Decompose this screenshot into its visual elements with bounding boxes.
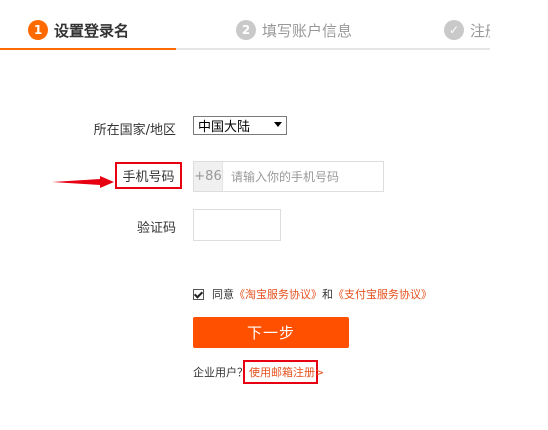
country-select[interactable]: 中国大陆 [193,116,287,135]
step-progress-rest [176,48,490,50]
step-progress-active [0,48,176,50]
country-select-value: 中国大陆 [198,120,251,135]
step-label: 注册 [470,21,490,40]
email-register-highlight: 使用邮箱注册> [243,360,324,384]
taobao-agreement-link[interactable]: 《淘宝服务协议》 [234,286,322,302]
step-number-badge: 1 [28,20,48,40]
verification-code-label: 验证码 [136,221,176,236]
agreement-row: 同意 《淘宝服务协议》 和 《支付宝服务协议》 [193,286,432,302]
step-label: 填写账户信息 [262,21,353,40]
phone-label-highlight: 手机号码 [115,162,182,189]
phone-field-group: +86 [193,161,384,192]
verification-code-input[interactable] [193,209,281,241]
check-icon: ✓ [444,20,464,40]
next-step-button[interactable]: 下一步 [193,317,349,348]
red-arrow-icon [52,176,114,188]
email-register-link[interactable]: 使用邮箱注册> [249,364,324,380]
phone-input[interactable] [223,162,383,191]
step-number-badge: 2 [236,20,256,40]
alipay-agreement-link[interactable]: 《支付宝服务协议》 [333,286,432,302]
step-register-done: ✓ 注册 [444,19,490,41]
agree-and: 和 [322,288,333,301]
step-progress-bar: 1 设置登录名 2 填写账户信息 ✓ 注册 [0,0,490,50]
step-fill-account-info: 2 填写账户信息 [236,19,352,41]
step-label: 设置登录名 [54,21,130,40]
step-set-login-name: 1 设置登录名 [28,19,129,41]
country-label: 所在国家/地区 [93,123,176,138]
phone-label: 手机号码 [122,170,175,185]
agree-prefix: 同意 [212,288,234,301]
enterprise-user-label: 企业用户？ [193,366,248,379]
agree-checkbox[interactable] [193,288,204,300]
dropdown-arrow-icon [274,122,282,127]
country-code-prefix[interactable]: +86 [194,162,223,191]
